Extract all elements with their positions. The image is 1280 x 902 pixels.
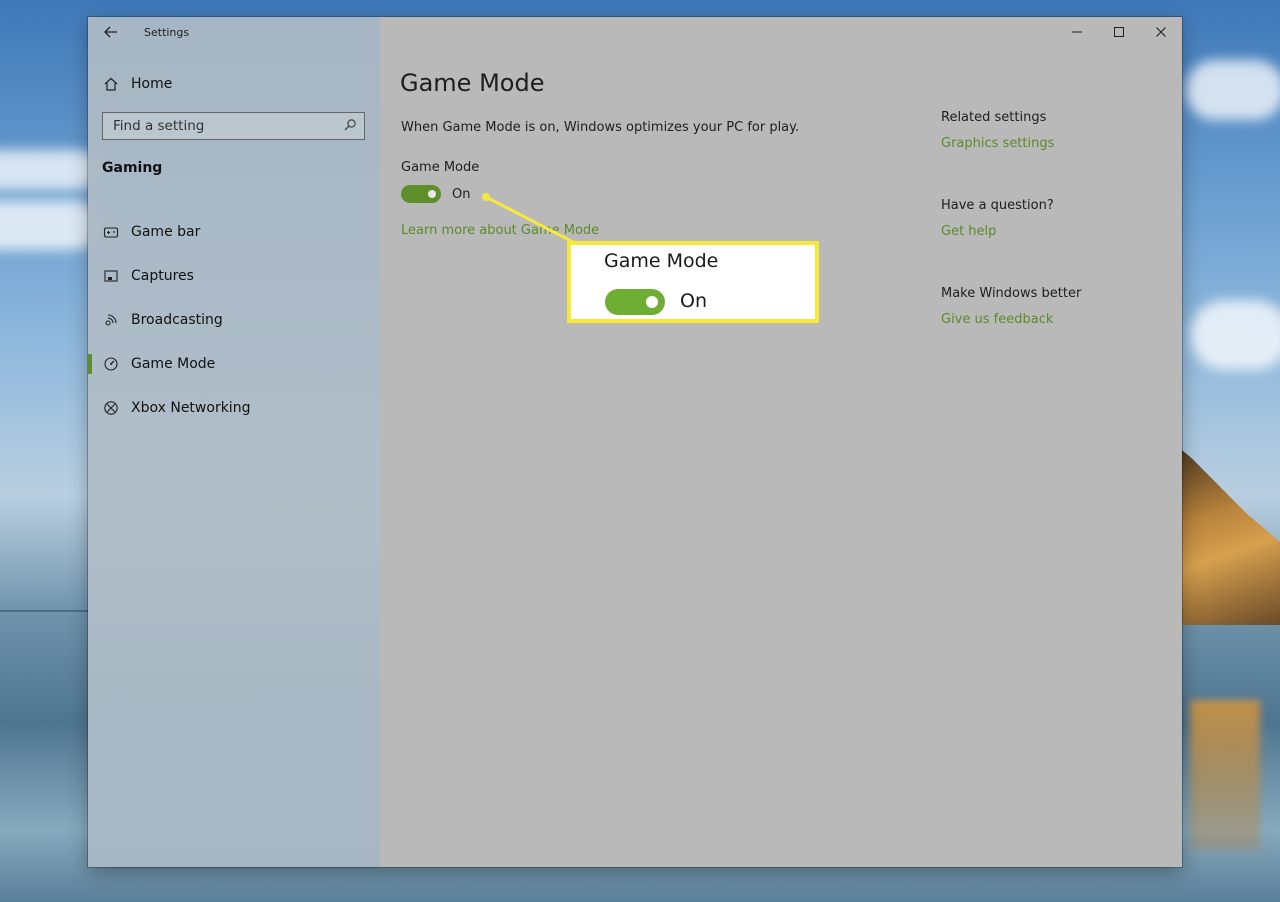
toggle-knob	[428, 190, 436, 198]
desktop-cloud	[1185, 60, 1280, 120]
sidebar-item-label: Broadcasting	[131, 312, 223, 328]
game-mode-toggle-state: On	[452, 187, 471, 202]
related-panel: Related settings Graphics settings Have …	[941, 110, 1141, 374]
game-bar-icon	[102, 223, 120, 241]
sidebar-item-label: Game bar	[131, 224, 201, 240]
game-mode-icon	[102, 355, 120, 373]
title-bar: Settings	[88, 17, 380, 49]
sidebar-item-label: Game Mode	[131, 356, 216, 372]
page-title: Game Mode	[400, 69, 545, 97]
sidebar-item-captures[interactable]: Captures	[88, 254, 380, 298]
question-group: Have a question? Get help	[941, 198, 1141, 244]
related-settings-heading: Related settings	[941, 110, 1047, 125]
desktop-cliff	[1170, 440, 1280, 625]
related-settings-group: Related settings Graphics settings	[941, 110, 1141, 156]
search-input[interactable]: Find a setting	[102, 112, 365, 140]
callout-toggle	[605, 289, 665, 315]
captures-icon	[102, 267, 120, 285]
xbox-icon	[102, 399, 120, 417]
search-placeholder: Find a setting	[113, 118, 205, 134]
home-icon	[102, 75, 120, 93]
feedback-heading: Make Windows better	[941, 286, 1082, 301]
search-icon[interactable]	[343, 118, 357, 132]
back-arrow-icon[interactable]	[102, 23, 120, 41]
sidebar: Settings Home Find a setting Gaming Game…	[88, 17, 380, 867]
game-mode-toggle[interactable]	[401, 185, 441, 203]
desktop-cloud	[0, 150, 100, 190]
desktop-reflection	[1190, 700, 1260, 850]
sidebar-item-game-bar[interactable]: Game bar	[88, 210, 380, 254]
sidebar-nav: Game bar Captures Broadcasting Game Mode	[88, 210, 380, 430]
page-description: When Game Mode is on, Windows optimizes …	[401, 120, 800, 135]
callout-box: Game Mode On	[567, 241, 819, 323]
graphics-settings-link[interactable]: Graphics settings	[941, 136, 1141, 156]
window-controls	[1056, 17, 1182, 47]
minimize-button[interactable]	[1056, 17, 1098, 47]
broadcasting-icon	[102, 311, 120, 329]
sidebar-item-label: Home	[131, 76, 173, 92]
get-help-link[interactable]: Get help	[941, 224, 1141, 244]
callout-state: On	[680, 290, 707, 312]
callout-label: Game Mode	[604, 250, 719, 272]
desktop-cloud	[1190, 300, 1280, 370]
game-mode-toggle-label: Game Mode	[401, 160, 480, 175]
sidebar-item-xbox-networking[interactable]: Xbox Networking	[88, 386, 380, 430]
main-content: Game Mode When Game Mode is on, Windows …	[380, 17, 1182, 867]
sidebar-item-home[interactable]: Home	[102, 73, 172, 95]
feedback-group: Make Windows better Give us feedback	[941, 286, 1141, 332]
question-heading: Have a question?	[941, 198, 1054, 213]
desktop-cloud	[0, 200, 100, 250]
give-feedback-link[interactable]: Give us feedback	[941, 312, 1141, 332]
sidebar-item-label: Captures	[131, 268, 194, 284]
sidebar-item-game-mode[interactable]: Game Mode	[88, 342, 380, 386]
sidebar-item-label: Xbox Networking	[131, 400, 251, 416]
callout-toggle-knob	[646, 296, 658, 308]
close-button[interactable]	[1140, 17, 1182, 47]
learn-more-link[interactable]: Learn more about Game Mode	[401, 223, 599, 238]
settings-window: Settings Home Find a setting Gaming Game…	[88, 17, 1182, 867]
section-heading: Gaming	[102, 160, 163, 176]
maximize-button[interactable]	[1098, 17, 1140, 47]
sidebar-item-broadcasting[interactable]: Broadcasting	[88, 298, 380, 342]
app-title: Settings	[144, 26, 190, 39]
